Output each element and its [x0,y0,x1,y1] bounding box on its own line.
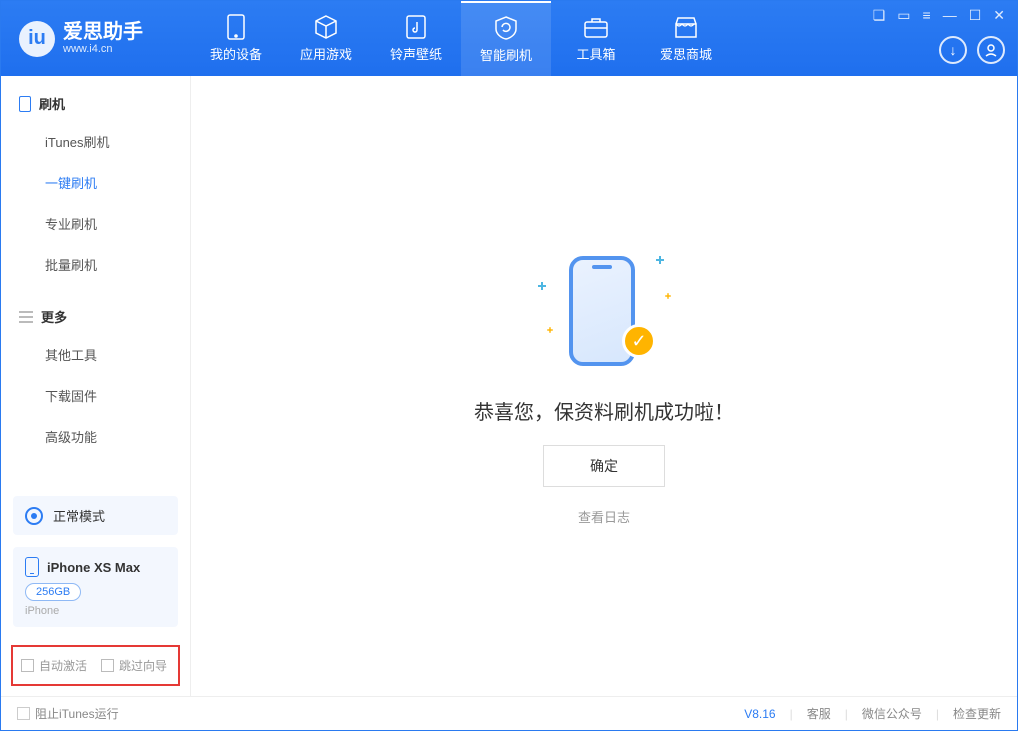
tab-label: 智能刷机 [480,45,532,64]
tab-label: 工具箱 [576,44,615,63]
nav-tabs: 我的设备 应用游戏 铃声壁纸 智能刷机 工具箱 爱思商城 [191,1,731,76]
checkbox-icon [21,659,34,672]
view-log-link[interactable]: 查看日志 [578,507,630,526]
checkbox-block-itunes[interactable]: 阻止iTunes运行 [17,705,119,722]
app-title: 爱思助手 [63,21,143,43]
app-subtitle: www.i4.cn [63,43,143,55]
mode-label: 正常模式 [53,506,105,525]
tab-label: 铃声壁纸 [390,44,442,63]
user-icon[interactable] [977,36,1005,64]
device-name: iPhone XS Max [47,560,140,575]
sidebar-section-flash: 刷机 iTunes刷机 一键刷机 专业刷机 批量刷机 [1,76,190,289]
logo-text: 爱思助手 www.i4.cn [63,21,143,55]
logo-icon: iu [19,21,55,57]
section-title-label: 更多 [41,307,67,326]
device-card[interactable]: iPhone XS Max 256GB iPhone [13,547,178,627]
footer-right: V8.16 | 客服 | 微信公众号 | 检查更新 [744,705,1001,722]
sidebar-item-advanced[interactable]: 高级功能 [1,416,190,457]
mode-icon [25,507,43,525]
header: iu 爱思助手 www.i4.cn 我的设备 应用游戏 铃声壁纸 智能刷机 [1,1,1017,76]
sidebar-section-more: 更多 其他工具 下载固件 高级功能 [1,289,190,461]
tab-label: 应用游戏 [300,44,352,63]
shirt-icon[interactable]: ❏ [873,7,886,24]
cube-icon [313,14,339,40]
check-badge-icon: ✓ [622,324,656,358]
sidebar: 刷机 iTunes刷机 一键刷机 专业刷机 批量刷机 更多 其他工具 下载固件 … [1,76,191,696]
section-title-label: 刷机 [39,94,65,113]
briefcase-icon [583,14,609,40]
header-right: ❏ ▭ ≡ — ☐ ✕ ↓ [873,1,1017,76]
sidebar-title-flash: 刷机 [1,94,190,121]
tab-store[interactable]: 爱思商城 [641,1,731,76]
store-icon [673,14,699,40]
sidebar-options-highlighted: 自动激活 跳过向导 [11,645,180,686]
sidebar-item-oneclick-flash[interactable]: 一键刷机 [1,162,190,203]
menu-icon[interactable]: ≡ [923,7,931,24]
tab-my-device[interactable]: 我的设备 [191,1,281,76]
app-window: iu 爱思助手 www.i4.cn 我的设备 应用游戏 铃声壁纸 智能刷机 [0,0,1018,731]
tab-flash[interactable]: 智能刷机 [461,1,551,76]
music-file-icon [403,14,429,40]
sidebar-item-other-tools[interactable]: 其他工具 [1,334,190,375]
user-controls: ↓ [939,36,1005,64]
sidebar-item-batch-flash[interactable]: 批量刷机 [1,244,190,285]
sparkle-icon [538,282,546,290]
footer-link-update[interactable]: 检查更新 [953,705,1001,722]
download-icon[interactable]: ↓ [939,36,967,64]
main: 刷机 iTunes刷机 一键刷机 专业刷机 批量刷机 更多 其他工具 下载固件 … [1,76,1017,696]
minimize-button[interactable]: — [943,7,957,24]
sparkle-icon [547,327,553,333]
footer: 阻止iTunes运行 V8.16 | 客服 | 微信公众号 | 检查更新 [1,696,1017,730]
tab-ringtones[interactable]: 铃声壁纸 [371,1,461,76]
phone-outline-icon [19,96,31,112]
sparkle-icon [665,293,671,299]
separator: | [845,707,848,721]
logo[interactable]: iu 爱思助手 www.i4.cn [1,1,191,76]
separator: | [790,707,793,721]
list-icon [19,311,33,323]
refresh-shield-icon [493,15,519,41]
sidebar-item-pro-flash[interactable]: 专业刷机 [1,203,190,244]
mode-card[interactable]: 正常模式 [13,496,178,535]
checkbox-icon [17,707,30,720]
tab-label: 我的设备 [210,44,262,63]
device-capacity: 256GB [25,583,81,601]
device-type: iPhone [25,605,166,617]
success-illustration: ✓ [534,246,674,376]
close-button[interactable]: ✕ [993,7,1005,24]
tab-toolbox[interactable]: 工具箱 [551,1,641,76]
sparkle-icon [656,256,664,264]
tab-label: 爱思商城 [660,44,712,63]
sidebar-item-itunes-flash[interactable]: iTunes刷机 [1,121,190,162]
tab-apps[interactable]: 应用游戏 [281,1,371,76]
checkbox-label: 阻止iTunes运行 [35,705,119,722]
sidebar-item-download-firmware[interactable]: 下载固件 [1,375,190,416]
separator: | [936,707,939,721]
success-message: 恭喜您，保资料刷机成功啦！ [474,396,734,425]
ok-button[interactable]: 确定 [543,445,665,487]
device-icon [223,14,249,40]
sidebar-title-more: 更多 [1,307,190,334]
checkbox-label: 跳过向导 [119,657,167,674]
checkbox-auto-activate[interactable]: 自动激活 [21,657,87,674]
content: ✓ 恭喜您，保资料刷机成功啦！ 确定 查看日志 [191,76,1017,696]
checkbox-label: 自动激活 [39,657,87,674]
checkbox-icon [101,659,114,672]
footer-link-support[interactable]: 客服 [807,705,831,722]
phone-icon [25,557,39,577]
window-controls: ❏ ▭ ≡ — ☐ ✕ [873,7,1005,24]
feedback-icon[interactable]: ▭ [897,7,910,24]
version-label[interactable]: V8.16 [744,707,775,721]
maximize-button[interactable]: ☐ [969,7,982,24]
footer-link-wechat[interactable]: 微信公众号 [862,705,922,722]
checkbox-skip-guide[interactable]: 跳过向导 [101,657,167,674]
